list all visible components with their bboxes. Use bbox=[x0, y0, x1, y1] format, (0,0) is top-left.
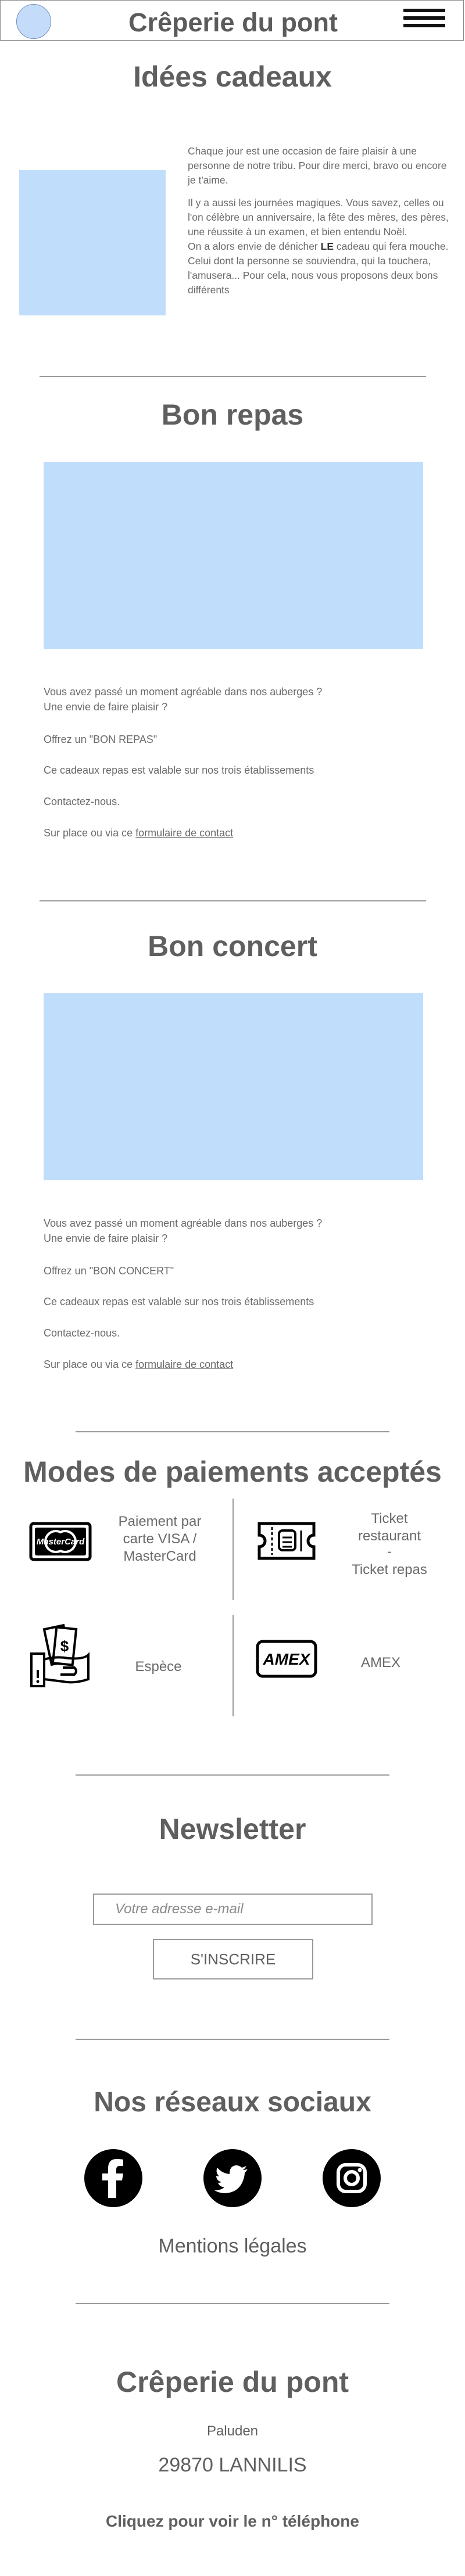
site-title: Crêperie du pont bbox=[128, 8, 338, 37]
divider bbox=[233, 1615, 234, 1716]
amex-icon: AMEX bbox=[256, 1640, 317, 1678]
facebook-icon[interactable] bbox=[84, 2149, 142, 2207]
card-payment-label: Paiement par carte VISA / MasterCard bbox=[118, 1514, 202, 1564]
divider bbox=[40, 900, 426, 901]
ticket-icon bbox=[256, 1519, 317, 1562]
phone-link[interactable]: Cliquez pour voir le n° téléphone bbox=[0, 2512, 465, 2531]
repas-line-6: Sur place ou via ce formulaire de contac… bbox=[44, 827, 234, 839]
gifts-paragraph-1: Chaque jour est une occasion de faire pl… bbox=[188, 145, 447, 186]
svg-text:AMEX: AMEX bbox=[263, 1650, 312, 1668]
gifts-paragraph-2: Il y a aussi les journées magiques. Vous… bbox=[188, 197, 449, 238]
concert-contact-link[interactable]: formulaire de contact bbox=[135, 1359, 233, 1370]
concert-line-3: Offrez un "BON CONCERT" bbox=[44, 1265, 174, 1277]
concert-title: Bon concert bbox=[148, 930, 317, 962]
repas-line-3: Offrez un "BON REPAS" bbox=[44, 734, 158, 745]
footer-place: Paluden bbox=[206, 2423, 259, 2439]
payments-title: Modes de paiements acceptés bbox=[23, 1456, 442, 1488]
gifts-image bbox=[19, 170, 166, 315]
repas-line-1: Vous avez passé un moment agréable dans … bbox=[44, 686, 323, 698]
divider bbox=[233, 1499, 234, 1600]
concert-line-2: Une envie de faire plaisir ? bbox=[44, 1233, 168, 1244]
svg-text:MasterCard: MasterCard bbox=[37, 1537, 85, 1547]
repas-line-4: Ce cadeaux repas est valable sur nos tro… bbox=[44, 764, 314, 776]
social-title: Nos réseaux sociaux bbox=[94, 2087, 371, 2118]
divider bbox=[76, 2039, 389, 2040]
footer-city: 29870 LANNILIS bbox=[158, 2454, 307, 2476]
newsletter-title: Newsletter bbox=[159, 1813, 306, 1845]
repas-line-5: Contactez-nous. bbox=[44, 796, 120, 807]
twitter-icon[interactable] bbox=[203, 2149, 262, 2207]
repas-title: Bon repas bbox=[161, 398, 304, 431]
divider bbox=[76, 1431, 389, 1432]
divider bbox=[76, 1774, 389, 1776]
divider bbox=[76, 2303, 389, 2304]
concert-line-6: Sur place ou via ce formulaire de contac… bbox=[44, 1359, 234, 1370]
menu-icon[interactable] bbox=[403, 9, 445, 32]
ticket-restaurant-label: Ticket restaurant bbox=[357, 1511, 421, 1544]
gifts-text: Chaque jour est une occasion de faire pl… bbox=[188, 144, 449, 297]
concert-image bbox=[44, 993, 423, 1180]
subscribe-button[interactable]: S'INSCRIRE bbox=[153, 1939, 313, 1979]
divider bbox=[40, 376, 426, 377]
mastercard-icon: MasterCard bbox=[29, 1522, 92, 1561]
email-field[interactable]: Votre adresse e-mail bbox=[93, 1894, 373, 1925]
ticket-separator: - bbox=[387, 1544, 392, 1560]
repas-line-2: Une envie de faire plaisir ? bbox=[44, 701, 168, 713]
repas-image bbox=[44, 462, 423, 649]
instagram-icon[interactable] bbox=[323, 2149, 381, 2207]
gifts-paragraph-3: On a alors envie de dénicher LE cadeau q… bbox=[188, 240, 449, 296]
cash-icon: $ bbox=[28, 1623, 93, 1688]
cash-label: Espèce bbox=[135, 1659, 182, 1675]
gifts-title: Idées cadeaux bbox=[133, 60, 332, 93]
footer-name: Crêperie du pont bbox=[116, 2366, 349, 2398]
site-header: Crêperie du pont bbox=[0, 0, 464, 41]
legal-link[interactable]: Mentions légales bbox=[0, 2235, 465, 2258]
concert-line-4: Ce cadeaux repas est valable sur nos tro… bbox=[44, 1296, 314, 1307]
concert-line-5: Contactez-nous. bbox=[44, 1327, 120, 1339]
repas-contact-link[interactable]: formulaire de contact bbox=[135, 827, 233, 839]
amex-label: AMEX bbox=[360, 1655, 400, 1670]
ticket-repas-label: Ticket repas bbox=[352, 1562, 427, 1578]
svg-text:$: $ bbox=[60, 1637, 69, 1655]
concert-line-1: Vous avez passé un moment agréable dans … bbox=[44, 1217, 323, 1229]
